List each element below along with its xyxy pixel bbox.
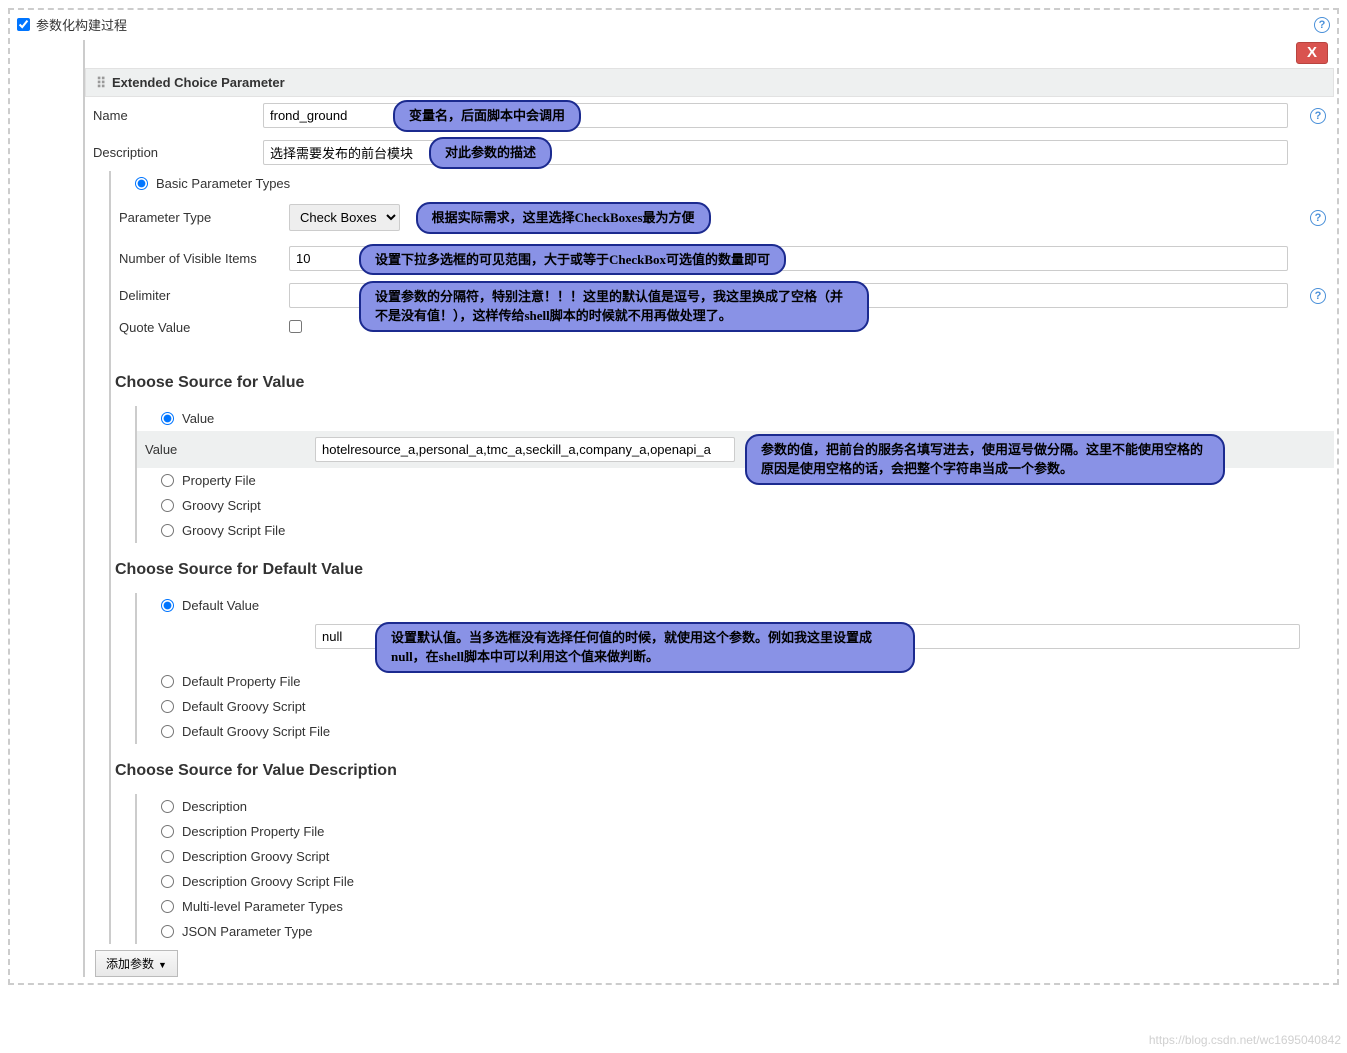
visible-items-annotation: 设置下拉多选框的可见范围，大于或等于CheckBox可选值的数量即可 (359, 244, 786, 276)
section-title: Extended Choice Parameter (112, 75, 285, 90)
default-value-radio-label: Default Value (182, 598, 259, 613)
source-value-title: Choose Source for Value (111, 356, 1334, 406)
section-header: ⠿ Extended Choice Parameter (85, 68, 1334, 97)
value-annotation: 参数的值，把前台的服务名填写进去，使用逗号做分隔。这里不能使用空格的原因是使用空… (745, 434, 1225, 485)
default-property-file-radio[interactable] (161, 675, 174, 688)
desc-radio-label: Description (182, 799, 247, 814)
property-file-radio[interactable] (161, 474, 174, 487)
description-label: Description (85, 134, 255, 171)
visible-items-label: Number of Visible Items (111, 240, 281, 277)
default-property-file-label: Default Property File (182, 674, 301, 689)
groovy-script-file-radio[interactable] (161, 524, 174, 537)
basic-param-types-radio[interactable] (135, 177, 148, 190)
multi-level-radio[interactable] (161, 900, 174, 913)
delimiter-label: Delimiter (111, 277, 281, 314)
parametrized-build-label: 参数化构建过程 (36, 15, 127, 34)
desc-radio[interactable] (161, 800, 174, 813)
quote-value-checkbox[interactable] (289, 320, 302, 333)
help-icon[interactable]: ? (1310, 210, 1326, 226)
default-groovy-script-file-label: Default Groovy Script File (182, 724, 330, 739)
add-parameter-button[interactable]: 添加参数▼ (95, 950, 178, 977)
help-icon[interactable]: ? (1310, 288, 1326, 304)
default-value-annotation: 设置默认值。当多选框没有选择任何值的时候，就使用这个参数。例如我这里设置成nul… (375, 622, 915, 673)
default-value-radio[interactable] (161, 599, 174, 612)
default-groovy-script-radio[interactable] (161, 700, 174, 713)
groovy-script-file-label: Groovy Script File (182, 523, 285, 538)
name-label: Name (85, 97, 255, 134)
groovy-script-radio[interactable] (161, 499, 174, 512)
help-icon[interactable]: ? (1310, 108, 1326, 124)
desc-groovy-script-file-radio[interactable] (161, 875, 174, 888)
desc-property-file-radio[interactable] (161, 825, 174, 838)
basic-param-types-label: Basic Parameter Types (156, 176, 290, 191)
default-groovy-script-file-radio[interactable] (161, 725, 174, 738)
value-radio-label: Value (182, 411, 214, 426)
parametrized-build-checkbox[interactable] (17, 18, 30, 31)
help-icon[interactable]: ? (1314, 17, 1330, 33)
param-type-annotation: 根据实际需求，这里选择CheckBoxes最为方便 (416, 202, 711, 234)
param-type-select[interactable]: Check Boxes (289, 204, 400, 231)
delete-button[interactable]: X (1296, 42, 1328, 64)
json-param-radio[interactable] (161, 925, 174, 938)
desc-property-file-label: Description Property File (182, 824, 324, 839)
property-file-label: Property File (182, 473, 256, 488)
name-annotation: 变量名，后面脚本中会调用 (393, 100, 581, 132)
value-input-label: Value (137, 431, 307, 468)
desc-groovy-script-file-label: Description Groovy Script File (182, 874, 354, 889)
value-input[interactable] (315, 437, 735, 462)
value-radio[interactable] (161, 412, 174, 425)
desc-groovy-script-label: Description Groovy Script (182, 849, 329, 864)
drag-icon[interactable]: ⠿ (96, 78, 106, 88)
source-default-title: Choose Source for Default Value (111, 543, 1334, 593)
watermark: https://blog.csdn.net/wc1695040842 (1149, 1033, 1341, 1047)
desc-groovy-script-radio[interactable] (161, 850, 174, 863)
param-type-label: Parameter Type (111, 196, 281, 240)
source-desc-title: Choose Source for Value Description (111, 744, 1334, 794)
config-panel: 参数化构建过程 ? X ⠿ Extended Choice Parameter … (8, 8, 1339, 985)
json-param-label: JSON Parameter Type (182, 924, 313, 939)
quote-value-label: Quote Value (111, 314, 281, 356)
description-annotation: 对此参数的描述 (429, 137, 552, 169)
description-input[interactable] (263, 140, 1288, 165)
groovy-script-label: Groovy Script (182, 498, 261, 513)
multi-level-label: Multi-level Parameter Types (182, 899, 343, 914)
delimiter-annotation: 设置参数的分隔符，特别注意！！！这里的默认值是逗号，我这里换成了空格（并不是没有… (359, 281, 869, 332)
default-groovy-script-label: Default Groovy Script (182, 699, 306, 714)
chevron-down-icon: ▼ (158, 960, 167, 970)
